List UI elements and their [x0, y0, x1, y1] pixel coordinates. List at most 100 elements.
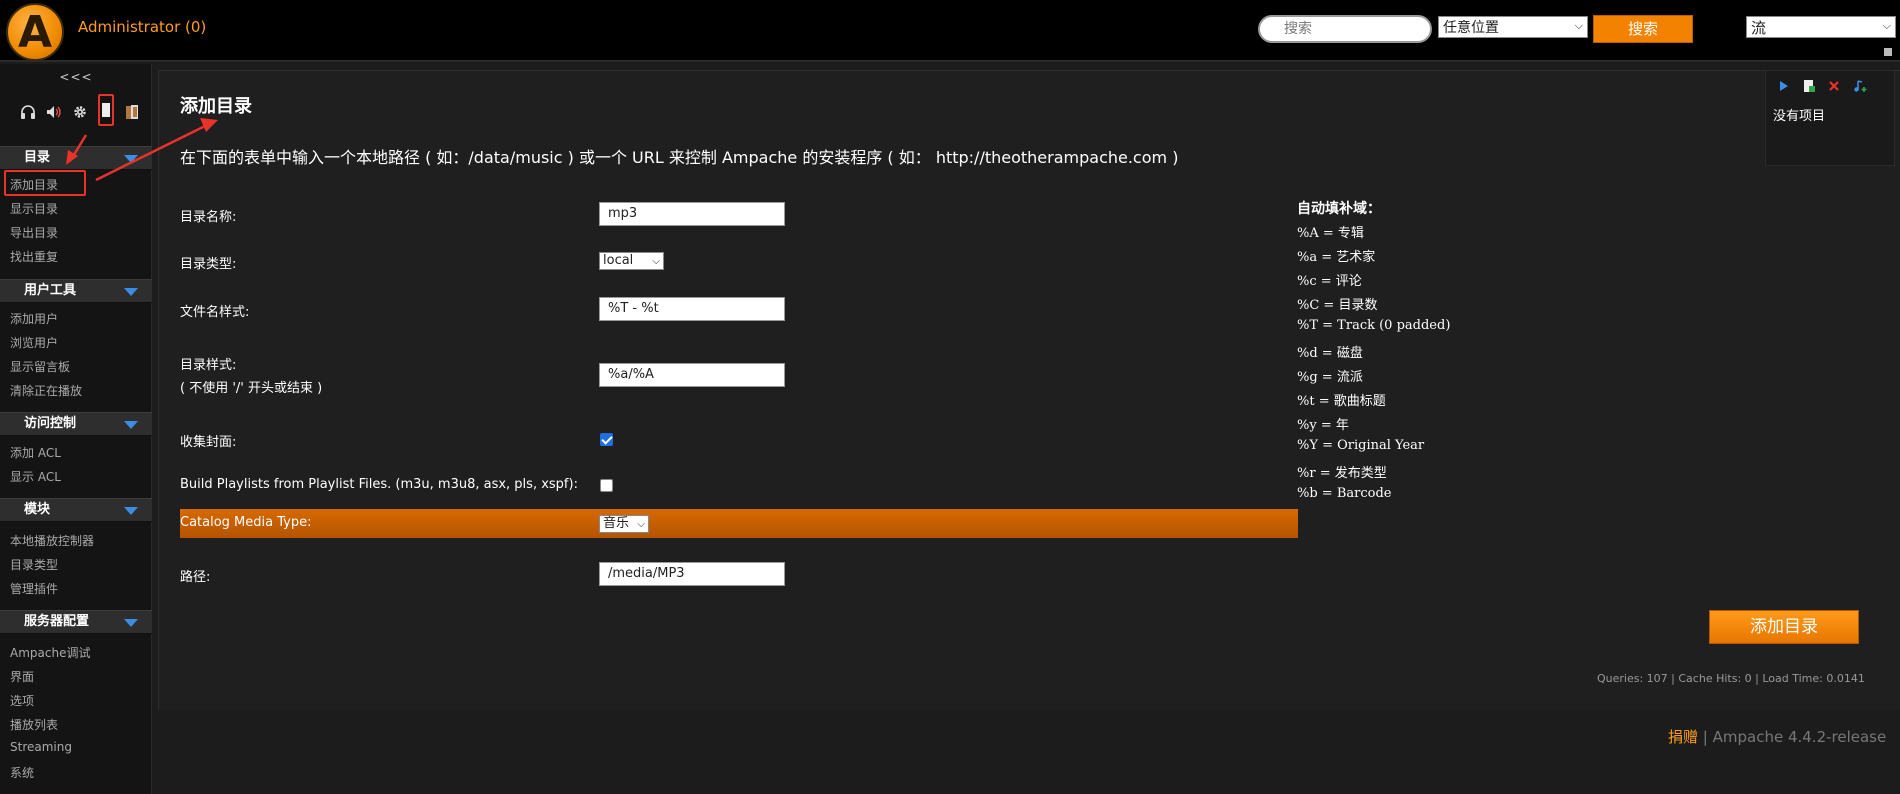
auto-fill-item: %A = 专辑 [1297, 226, 1364, 241]
sidebar-item-ampache-debug[interactable]: Ampache调试 [10, 644, 90, 661]
admin-tab-glyph [102, 103, 110, 117]
add-music-icon[interactable] [1853, 79, 1867, 93]
page-title: 添加目录 [180, 96, 252, 117]
sidebar-section-title: 模块 [24, 502, 51, 517]
sidebar-item-show-shoutbox[interactable]: 显示留言板 [10, 358, 70, 375]
sidebar-section-title: 用户工具 [24, 283, 77, 298]
footer: 捐赠 | Ampache 4.4.2-release [1668, 726, 1886, 747]
sidebar-item-interface[interactable]: 界面 [10, 668, 34, 685]
page-description: 在下面的表单中输入一个本地路径 ( 如：/data/music ) 或一个 UR… [180, 148, 1179, 167]
sidebar-section-server-config[interactable]: 服务器配置 [0, 610, 152, 634]
chevron-down-icon: ⌵ [1574, 19, 1583, 32]
playlist-actions [1778, 79, 1867, 93]
add-catalog-button[interactable]: 添加目录 [1709, 610, 1859, 644]
sidebar-item-catalog-types[interactable]: 目录类型 [10, 556, 58, 573]
ampache-logo[interactable]: A [6, 3, 64, 61]
gear-icon[interactable] [72, 104, 88, 120]
sidebar-item-playlists[interactable]: 播放列表 [10, 716, 58, 733]
path-label: 路径: [180, 570, 211, 585]
sidebar-section-modules[interactable]: 模块 [0, 498, 152, 522]
stream-select[interactable]: 流 ⌵ [1746, 16, 1896, 38]
catalog-type-select[interactable]: local ⌵ [599, 252, 664, 270]
expand-icon[interactable] [1884, 48, 1892, 56]
auto-fill-item: %C = 目录数 [1297, 298, 1378, 313]
header: A Administrator (0) 任意位置⌵ 搜索 流⌵ [0, 0, 1900, 62]
build-playlists-label: Build Playlists from Playlist Files. (m3… [180, 477, 578, 492]
sidebar-item-clear-now-playing[interactable]: 清除正在播放 [10, 382, 82, 399]
sidebar-item-streaming[interactable]: Streaming [10, 740, 72, 754]
footer-separator: | [1698, 728, 1713, 746]
auto-fill-item: %d = 磁盘 [1297, 346, 1363, 361]
build-playlists-checkbox[interactable] [600, 479, 613, 492]
search-button[interactable]: 搜索 [1593, 15, 1693, 43]
auto-fill-item: %T = Track (0 padded) [1297, 318, 1451, 333]
version-text: Ampache 4.4.2-release [1712, 728, 1887, 746]
sidebar-item-localplay[interactable]: 本地播放控制器 [10, 532, 94, 549]
chevron-down-icon: ⌵ [652, 256, 660, 267]
sidebar-section-catalog[interactable]: 目录 [0, 146, 152, 170]
sidebar-item-system[interactable]: 系统 [10, 764, 34, 781]
sidebar-section-title: 目录 [24, 150, 51, 165]
gather-art-checkbox[interactable] [600, 433, 613, 446]
sidebar-item-show-acl[interactable]: 显示 ACL [10, 468, 61, 485]
playlist-box: 没有项目 [1765, 70, 1895, 166]
sidebar-section-user-tools[interactable]: 用户工具 [0, 279, 152, 303]
admin-tab-icon[interactable] [98, 94, 114, 126]
annotation-highlight-box [4, 170, 86, 196]
sidebar: <<< 目录 添加目录 显示目录 导出目录 找出重复 用户工具 添加用户 浏览用… [0, 64, 152, 794]
catalog-type-value: local [603, 253, 634, 268]
filename-pattern-label: 文件名样式: [180, 305, 250, 320]
sidebar-item-browse-users[interactable]: 浏览用户 [10, 334, 58, 351]
path-input[interactable]: /media/MP3 [599, 562, 785, 586]
gather-art-label: 收集封面: [180, 435, 237, 450]
catalog-type-label: 目录类型: [180, 257, 237, 272]
chevron-down-icon: ⌵ [637, 519, 645, 530]
sidebar-section-title: 访问控制 [24, 416, 77, 431]
triangle-down-icon [124, 507, 138, 515]
auto-fill-item: %y = 年 [1297, 418, 1349, 433]
speaker-icon[interactable] [46, 104, 62, 120]
auto-fill-item: %Y = Original Year [1297, 438, 1425, 453]
media-type-value: 音乐 [603, 516, 630, 531]
query-stats: Queries: 107 | Cache Hits: 0 | Load Time… [1597, 672, 1865, 685]
headphones-icon[interactable] [20, 104, 36, 120]
clear-icon[interactable] [1828, 79, 1840, 93]
sidebar-collapse-toggle[interactable]: <<< [0, 70, 152, 84]
media-type-select[interactable]: 音乐 ⌵ [599, 515, 649, 533]
search-input[interactable] [1258, 15, 1432, 43]
sidebar-section-access-control[interactable]: 访问控制 [0, 412, 152, 436]
no-items-text: 没有项目 [1773, 109, 1826, 124]
sidebar-item-show-catalogs[interactable]: 显示目录 [10, 200, 58, 217]
sidebar-item-add-user[interactable]: 添加用户 [10, 310, 58, 327]
user-name-link[interactable]: Administrator (0) [78, 18, 206, 36]
filename-pattern-input[interactable]: %T - %t [599, 297, 785, 321]
auto-fill-item: %b = Barcode [1297, 486, 1392, 501]
auto-fill-item: %a = 艺术家 [1297, 250, 1376, 265]
door-icon[interactable] [124, 104, 140, 120]
folder-pattern-hint: ( 不使用 '/' 开头或结束 ) [180, 381, 323, 396]
stream-select-value: 流 [1751, 19, 1767, 37]
auto-fill-title: 自动填补域： [1297, 201, 1381, 217]
auto-fill-item: %g = 流派 [1297, 370, 1363, 385]
auto-fill-item: %c = 评论 [1297, 274, 1362, 289]
triangle-down-icon [124, 288, 138, 296]
auto-fill-item: %t = 歌曲标题 [1297, 394, 1386, 409]
sidebar-section-title: 服务器配置 [24, 614, 90, 629]
folder-pattern-input[interactable]: %a/%A [599, 363, 785, 387]
sidebar-item-manage-plugins[interactable]: 管理插件 [10, 580, 58, 597]
media-type-label: Catalog Media Type: [180, 515, 312, 530]
save-playlist-icon[interactable] [1803, 79, 1815, 93]
sidebar-item-find-duplicates[interactable]: 找出重复 [10, 248, 58, 265]
media-type-row: Catalog Media Type: [180, 509, 1298, 538]
sidebar-item-options[interactable]: 选项 [10, 692, 34, 709]
chevron-down-icon: ⌵ [1882, 19, 1891, 32]
play-icon[interactable] [1778, 79, 1790, 93]
triangle-down-icon [124, 155, 138, 163]
sidebar-item-export-catalog[interactable]: 导出目录 [10, 224, 58, 241]
search-scope-select[interactable]: 任意位置 ⌵ [1438, 16, 1588, 38]
sidebar-item-add-acl[interactable]: 添加 ACL [10, 444, 61, 461]
donate-link[interactable]: 捐赠 [1668, 728, 1698, 746]
catalog-name-label: 目录名称: [180, 210, 237, 225]
catalog-name-input[interactable]: mp3 [599, 202, 785, 226]
triangle-down-icon [124, 421, 138, 429]
